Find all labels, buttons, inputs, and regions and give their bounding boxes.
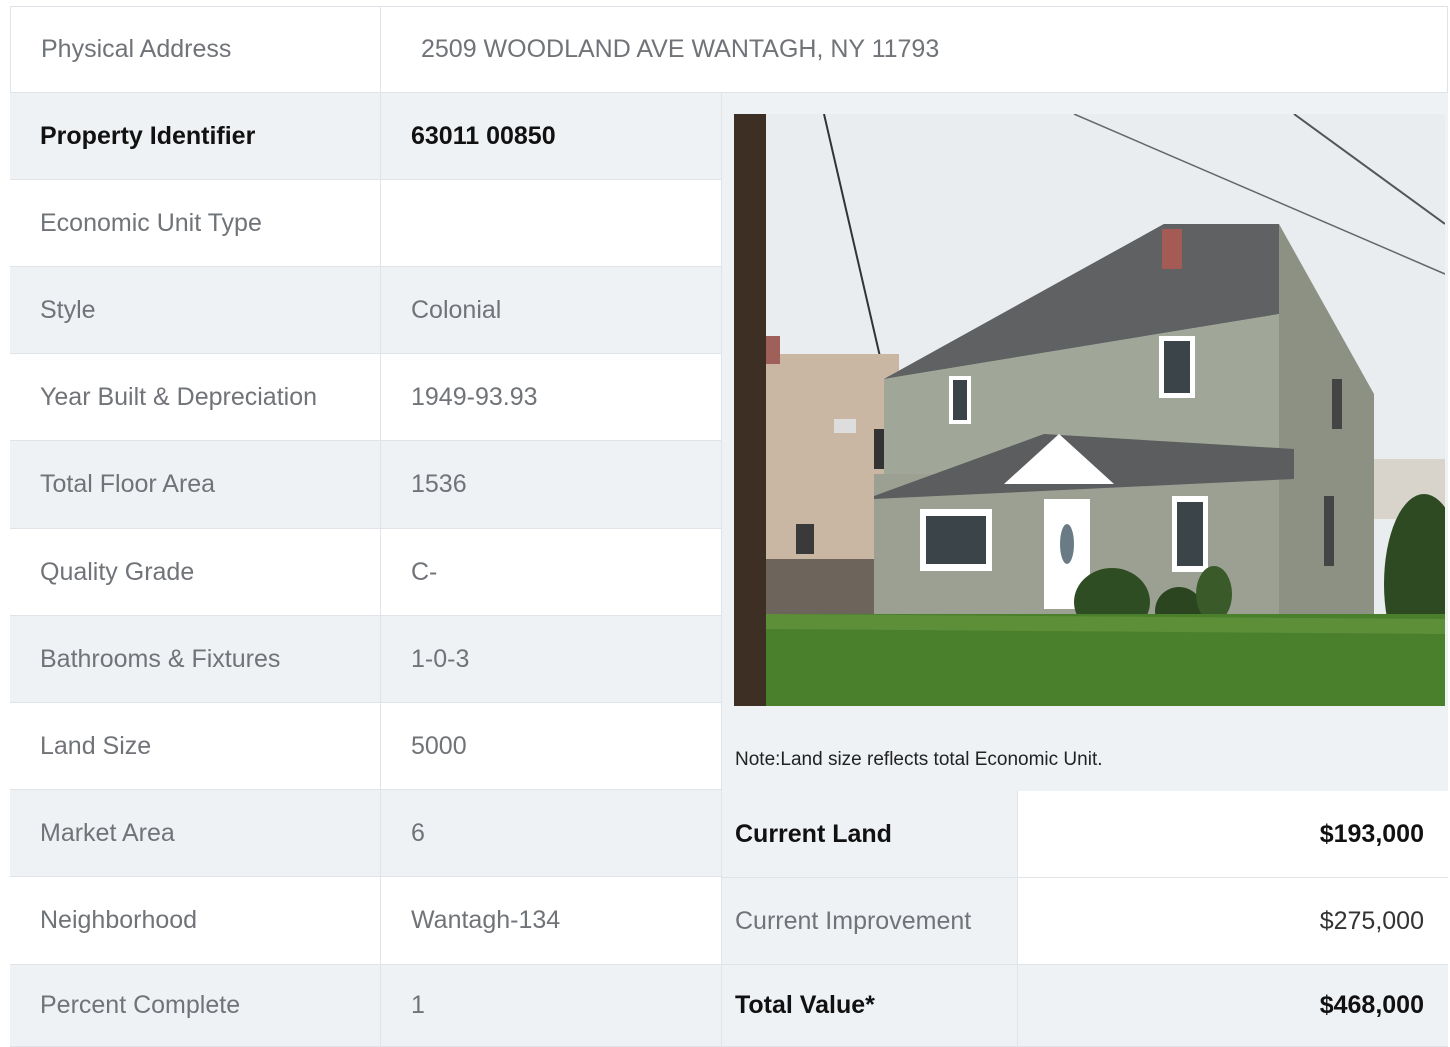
row-percent-complete-label: Percent Complete <box>10 965 381 1047</box>
row-economic-unit-type-label: Economic Unit Type <box>10 180 381 267</box>
row-year-built-value: 1949-93.93 <box>381 354 722 441</box>
row-quality-grade-value: C- <box>381 529 722 616</box>
current-land-label: Current Land <box>722 791 1017 878</box>
row-bathrooms-label: Bathrooms & Fixtures <box>10 616 381 703</box>
row-total-floor-area-value: 1536 <box>381 441 722 529</box>
address-label-cell: Physical Address <box>10 6 381 93</box>
row-neighborhood-value: Wantagh-134 <box>381 877 722 965</box>
row-style-label: Style <box>10 267 381 354</box>
photo-panel: Note:Land size reflects total Economic U… <box>722 93 1448 791</box>
row-bathrooms-value: 1-0-3 <box>381 616 722 703</box>
row-year-built-label: Year Built & Depreciation <box>10 354 381 441</box>
row-neighborhood-label: Neighborhood <box>10 877 381 965</box>
address-label: Physical Address <box>41 35 232 63</box>
total-value-label: Total Value* <box>722 965 1017 1047</box>
row-percent-complete-value: 1 <box>381 965 722 1047</box>
row-property-identifier-value: 63011 00850 <box>381 93 722 180</box>
row-market-area-value: 6 <box>381 790 722 877</box>
row-quality-grade-label: Quality Grade <box>10 529 381 616</box>
row-market-area-label: Market Area <box>10 790 381 877</box>
row-style-value: Colonial <box>381 267 722 354</box>
property-record: Physical Address 2509 WOODLAND AVE WANTA… <box>10 6 1448 1047</box>
current-improvement-amount: $275,000 <box>1017 878 1448 965</box>
address-value-cell: 2509 WOODLAND AVE WANTAGH, NY 11793 <box>381 6 1448 93</box>
row-property-identifier-label: Property Identifier <box>10 93 381 180</box>
row-total-floor-area-label: Total Floor Area <box>10 441 381 529</box>
row-land-size-label: Land Size <box>10 703 381 790</box>
row-economic-unit-type-value <box>381 180 722 267</box>
total-value-amount: $468,000 <box>1017 965 1448 1047</box>
row-land-size-value: 5000 <box>381 703 722 790</box>
current-land-amount: $193,000 <box>1017 791 1448 878</box>
address-value: 2509 WOODLAND AVE WANTAGH, NY 11793 <box>421 35 940 63</box>
property-photo[interactable] <box>734 114 1445 706</box>
current-improvement-label: Current Improvement <box>722 878 1017 965</box>
land-size-note: Note:Land size reflects total Economic U… <box>735 749 1103 770</box>
